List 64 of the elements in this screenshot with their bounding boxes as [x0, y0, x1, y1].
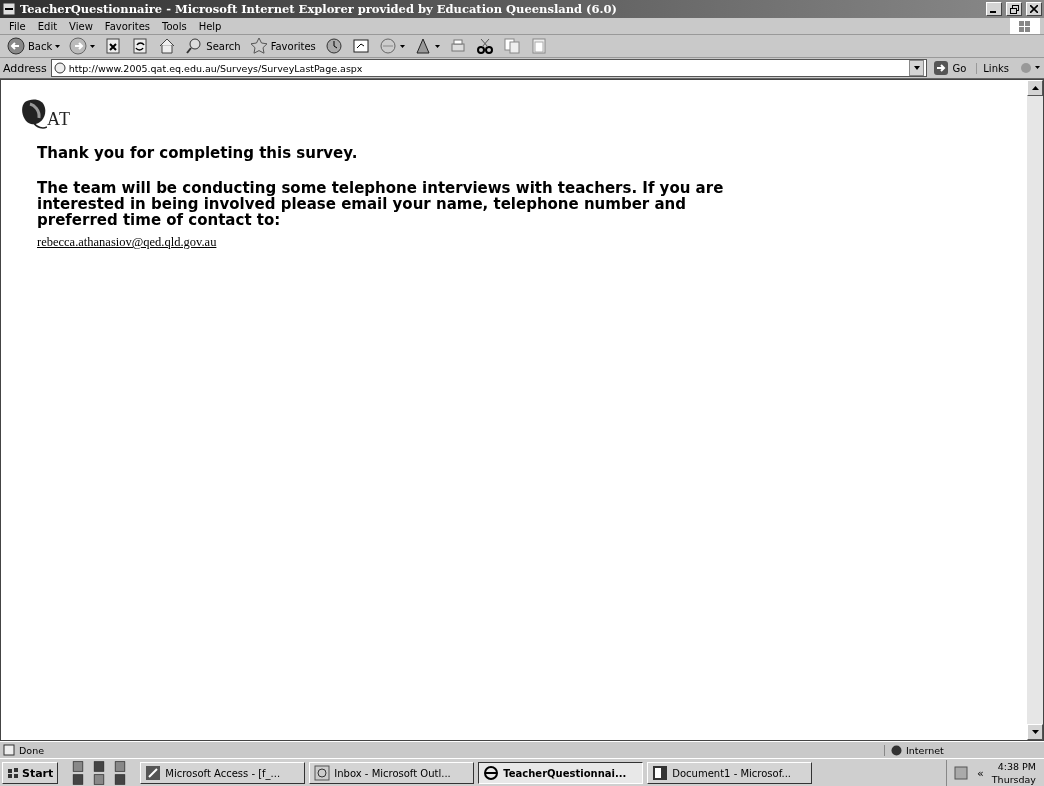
- menu-item[interactable]: Favorites: [99, 20, 155, 32]
- close-button[interactable]: [1026, 2, 1042, 16]
- toolbar-extra-icon[interactable]: [1019, 61, 1041, 75]
- address-field[interactable]: http://www.2005.qat.eq.edu.au/Surveys/SurveyLastPage.aspx: [50, 59, 928, 77]
- taskbar-button[interactable]: TeacherQuestionnai...: [478, 762, 644, 784]
- menu-item[interactable]: File: [4, 20, 31, 32]
- clock-time: 4:38 PM: [997, 761, 1036, 772]
- links-button[interactable]: Links: [976, 62, 1015, 74]
- restore-button[interactable]: [1006, 2, 1022, 16]
- caret-icon: [90, 44, 96, 48]
- disc-icon: [378, 37, 397, 55]
- start-button[interactable]: Start: [2, 762, 59, 784]
- search-icon: [185, 37, 204, 55]
- close-icon: [1030, 5, 1038, 13]
- logo-text: AT: [47, 109, 71, 130]
- message-paragraph: The team will be conducting some telephone interviews with teachers. If you are interested in being involved please email your name, telephone number and preferred time of contact to:: [37, 180, 725, 228]
- star-icon: [249, 37, 268, 55]
- caret-icon: [434, 44, 440, 48]
- window-title: TeacherQuestionnaire - Microsoft Internet Explorer provided by Education Queensland (6.0): [20, 2, 618, 16]
- taskbar-button[interactable]: Inbox - Microsoft Outl...: [309, 762, 475, 784]
- printer-icon: [448, 37, 467, 55]
- globe-icon: [891, 744, 902, 756]
- copy-icon: [502, 37, 521, 55]
- scissors-icon: [475, 37, 494, 55]
- menu-item[interactable]: Help: [193, 20, 227, 32]
- triangle-icon: [413, 37, 432, 55]
- address-label: Address: [3, 61, 47, 75]
- toolbar-button[interactable]: Search: [182, 36, 244, 56]
- caret-icon: [55, 44, 61, 48]
- windows-flag-icon: [1010, 18, 1040, 34]
- status-text: Done: [19, 744, 45, 756]
- toolbar-button[interactable]: Back: [4, 36, 64, 56]
- scrollbar[interactable]: [1027, 80, 1043, 740]
- menu-item[interactable]: View: [64, 20, 98, 32]
- tray-chevron[interactable]: «: [977, 766, 984, 780]
- stop-icon: [104, 37, 123, 55]
- browser-icon: [2, 2, 16, 16]
- tray-icon[interactable]: [953, 765, 970, 781]
- app-icon: [652, 765, 669, 781]
- paste-icon: [529, 37, 548, 55]
- go-button[interactable]: Go: [931, 60, 973, 76]
- minimize-button[interactable]: [986, 2, 1002, 16]
- taskbar-button[interactable]: Document1 - Microsof...: [647, 762, 813, 784]
- clock-icon: [324, 37, 343, 55]
- toolbar-button[interactable]: Favorites: [246, 36, 319, 56]
- up-arrow-icon: [1031, 86, 1039, 90]
- clock-day: Thursday: [991, 774, 1036, 785]
- app-icon: [314, 765, 331, 781]
- restore-icon: [1009, 4, 1019, 14]
- menu-item[interactable]: Edit: [32, 20, 63, 32]
- taskbar-button[interactable]: Microsoft Access - [f_...: [140, 762, 306, 784]
- caret-icon: [399, 44, 405, 48]
- app-icon: [483, 765, 500, 781]
- windows-flag-icon: [7, 767, 19, 779]
- window-icon: [351, 37, 370, 55]
- app-icon: [145, 765, 162, 781]
- email-link[interactable]: rebecca.athanasiov@qed.qld.gov.au: [37, 235, 217, 250]
- menu-item[interactable]: Tools: [157, 20, 192, 32]
- caret-icon: [913, 66, 920, 70]
- home-icon: [158, 37, 177, 55]
- refresh-icon: [131, 37, 150, 55]
- heading: Thank you for completing this survey.: [37, 144, 359, 162]
- down-arrow-icon: [1031, 730, 1039, 734]
- zone-label: Internet: [906, 744, 944, 756]
